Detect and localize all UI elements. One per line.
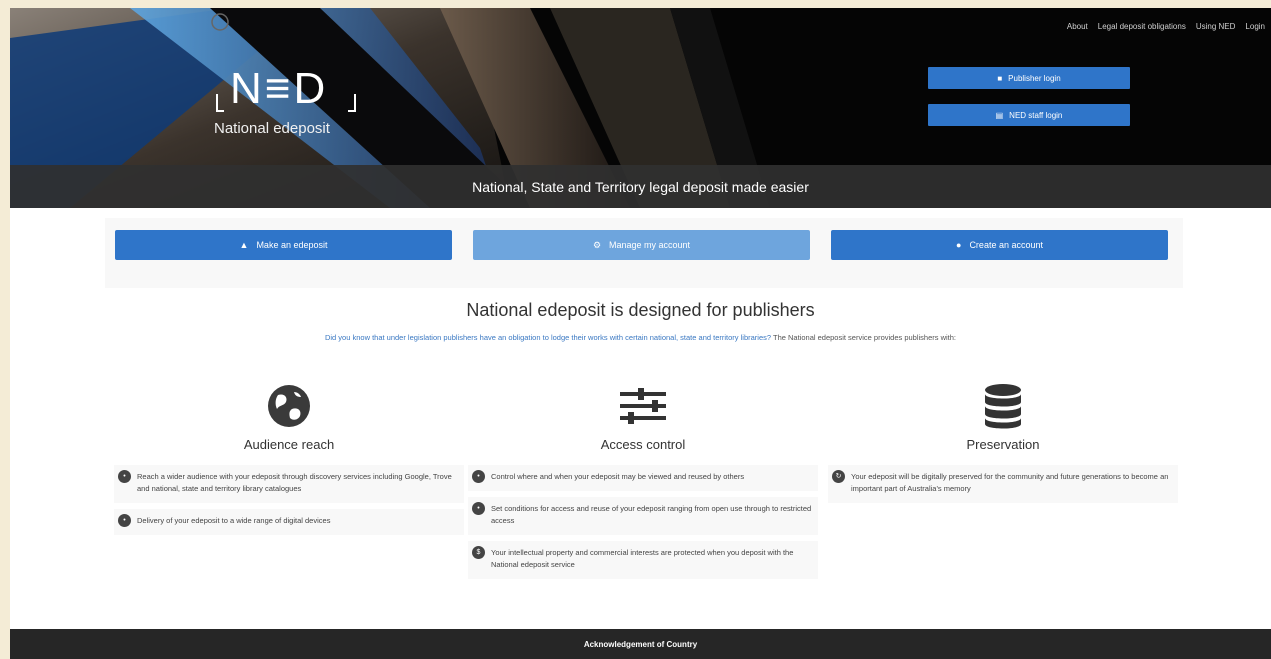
ned-logo[interactable]: N≡D National edeposit bbox=[214, 64, 356, 137]
user-icon: ● bbox=[956, 240, 962, 250]
bullet-icon: $ bbox=[472, 546, 485, 559]
feature-icon-wrap bbox=[468, 378, 818, 433]
logo-subtitle: National edeposit bbox=[214, 120, 330, 137]
intro-heading: National edeposit is designed for publis… bbox=[466, 300, 815, 320]
make-edeposit-button[interactable]: ▲ Make an edeposit bbox=[115, 230, 452, 260]
intro-rest-text: The National edeposit service provides p… bbox=[771, 333, 957, 342]
staff-login-button[interactable]: ▤ NED staff login bbox=[928, 104, 1130, 126]
feature-item-text: Your intellectual property and commercia… bbox=[491, 548, 794, 569]
create-account-label: Create an account bbox=[969, 240, 1043, 250]
page: About Legal deposit obligations Using NE… bbox=[10, 8, 1271, 659]
publisher-login-label: Publisher login bbox=[1008, 73, 1061, 83]
database-icon bbox=[985, 383, 1021, 428]
sliders-icon bbox=[620, 387, 666, 424]
feature-item-text: Control where and when your edeposit may… bbox=[491, 472, 745, 481]
logo-bracket-right bbox=[348, 94, 356, 112]
feature-title: Audience reach bbox=[243, 437, 335, 452]
manage-account-button[interactable]: ⚙ Manage my account bbox=[473, 230, 810, 260]
feature-item: • Control where and when your edeposit m… bbox=[468, 465, 818, 491]
top-navigation: About Legal deposit obligations Using NE… bbox=[1067, 22, 1265, 31]
feature-item: • Reach a wider audience with your edepo… bbox=[114, 465, 464, 503]
nav-legal-deposit-obligations[interactable]: Legal deposit obligations bbox=[1098, 22, 1186, 31]
tagline-bar: National, State and Territory legal depo… bbox=[10, 165, 1271, 208]
feature-item: • Set conditions for access and reuse of… bbox=[468, 497, 818, 535]
footer: Acknowledgement of Country bbox=[10, 629, 1271, 659]
id-card-icon: ▤ bbox=[995, 110, 1004, 120]
globe-icon bbox=[268, 384, 310, 427]
nav-using-ned[interactable]: Using NED bbox=[1196, 22, 1236, 31]
tagline: National, State and Territory legal depo… bbox=[472, 178, 809, 195]
feature-icon-wrap bbox=[114, 378, 464, 433]
upload-icon: ▲ bbox=[239, 240, 249, 250]
ned-logo-mark: N≡D bbox=[214, 64, 356, 114]
legislation-link[interactable]: Did you know that under legislation publ… bbox=[325, 333, 771, 342]
feature-item-text: Your edeposit will be digitally preserve… bbox=[851, 472, 1169, 493]
feature-item: ↻ Your edeposit will be digitally preser… bbox=[828, 465, 1178, 503]
publisher-login-button[interactable]: ■ Publisher login bbox=[928, 67, 1130, 89]
action-panel: ▲ Make an edeposit ⚙ Manage my account ●… bbox=[105, 218, 1183, 288]
feature-title: Preservation bbox=[966, 437, 1040, 452]
staff-login-label: NED staff login bbox=[1009, 110, 1063, 120]
nav-login[interactable]: Login bbox=[1245, 22, 1265, 31]
make-edeposit-label: Make an edeposit bbox=[256, 240, 328, 250]
feature-audience-reach: Audience reach • Reach a wider audience … bbox=[114, 378, 464, 535]
logo-text: N≡D bbox=[230, 64, 329, 113]
feature-preservation: Preservation ↻ Your edeposit will be dig… bbox=[828, 378, 1178, 503]
bullet-icon: • bbox=[118, 470, 131, 483]
hero-banner: About Legal deposit obligations Using NE… bbox=[10, 8, 1271, 208]
feature-item: $ Your intellectual property and commerc… bbox=[468, 541, 818, 579]
feature-item-text: Set conditions for access and reuse of y… bbox=[491, 504, 812, 525]
cogs-icon: ⚙ bbox=[592, 239, 602, 250]
feature-icon-wrap bbox=[828, 378, 1178, 433]
acknowledgement-link[interactable]: Acknowledgement of Country bbox=[584, 640, 697, 649]
bullet-icon: • bbox=[472, 470, 485, 483]
feature-item: • Delivery of your edeposit to a wide ra… bbox=[114, 509, 464, 535]
nav-about[interactable]: About bbox=[1067, 22, 1088, 31]
manage-account-label: Manage my account bbox=[609, 240, 691, 250]
feature-item-text: Delivery of your edeposit to a wide rang… bbox=[137, 516, 331, 525]
create-account-button[interactable]: ● Create an account bbox=[831, 230, 1168, 260]
bullet-icon: • bbox=[118, 514, 131, 527]
feature-access-control: Access control • Control where and when … bbox=[468, 378, 818, 579]
logo-bracket-left bbox=[216, 94, 224, 112]
feature-title: Access control bbox=[600, 437, 686, 452]
feature-item-text: Reach a wider audience with your edeposi… bbox=[137, 472, 452, 493]
bullet-icon: ↻ bbox=[832, 470, 845, 483]
bullet-icon: • bbox=[472, 502, 485, 515]
book-icon: ■ bbox=[997, 73, 1003, 83]
intro-text: Did you know that under legislation publ… bbox=[10, 333, 1271, 342]
